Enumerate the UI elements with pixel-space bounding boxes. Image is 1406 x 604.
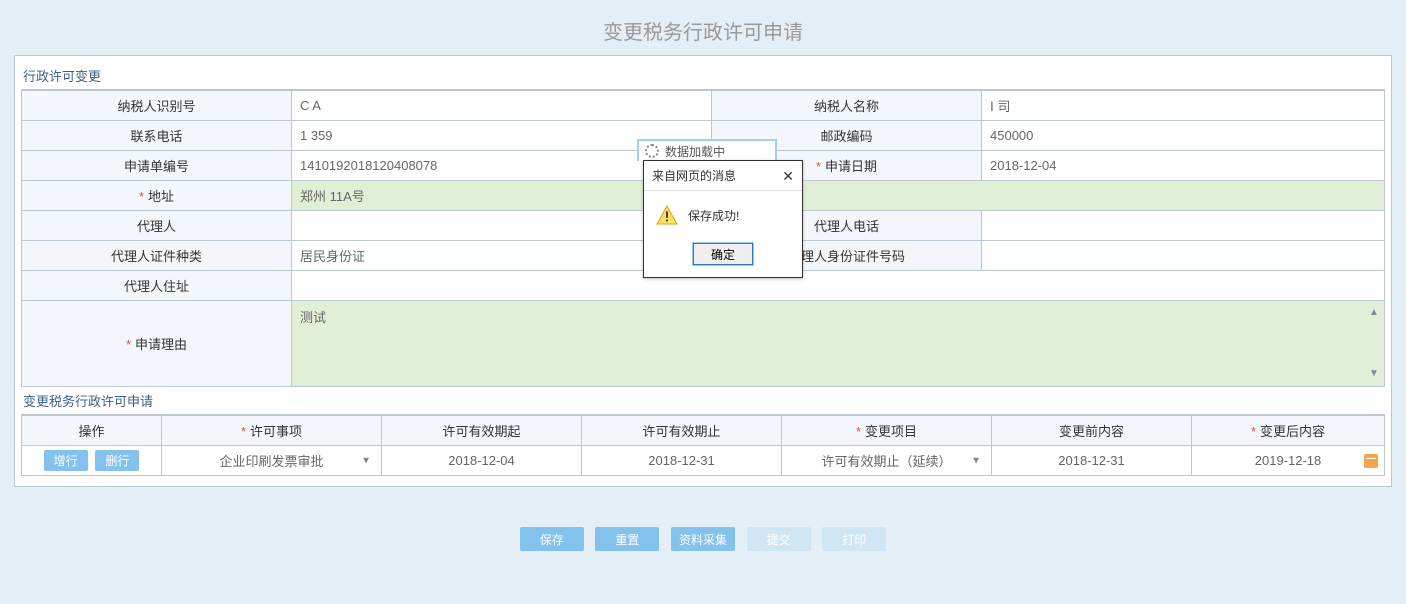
value-postal: 450000 xyxy=(982,121,1385,151)
col-start: 许可有效期起 xyxy=(382,416,582,446)
spinner-icon xyxy=(645,144,659,158)
value-apply-date: 2018-12-04 xyxy=(982,151,1385,181)
chevron-down-icon: ▼ xyxy=(971,455,981,466)
submit-button[interactable]: 提交 xyxy=(747,527,811,551)
loading-text: 数据加载中 xyxy=(665,143,725,160)
cell-change-select[interactable]: 许可有效期止（延续） ▼ xyxy=(782,446,992,476)
value-taxpayer-id: C A xyxy=(292,91,712,121)
col-change-text: 变更项目 xyxy=(865,424,917,439)
ok-button[interactable]: 确定 xyxy=(693,243,753,265)
label-taxpayer-id: 纳税人识别号 xyxy=(22,91,292,121)
section2-title: 变更税务行政许可申请 xyxy=(21,387,1385,415)
value-agent-phone[interactable] xyxy=(982,211,1385,241)
warning-icon xyxy=(656,205,678,225)
loading-indicator: 数据加载中 xyxy=(637,139,777,161)
chevron-up-icon[interactable]: ▲ xyxy=(1368,307,1380,319)
col-item-text: 许可事项 xyxy=(250,424,302,439)
reason-label-text: 申请理由 xyxy=(135,337,187,352)
col-end: 许可有效期止 xyxy=(582,416,782,446)
apply-date-label-text: 申请日期 xyxy=(825,159,877,174)
col-item: *许可事项 xyxy=(162,416,382,446)
table-row: *申请理由 测试 ▲ ▼ xyxy=(22,301,1385,387)
label-apply-no: 申请单编号 xyxy=(22,151,292,181)
chevron-down-icon: ▼ xyxy=(361,455,371,466)
col-change: *变更项目 xyxy=(782,416,992,446)
cell-after-text: 2019-12-18 xyxy=(1255,453,1322,468)
cell-change-text: 许可有效期止（延续） xyxy=(821,454,951,469)
collect-button[interactable]: 资料采集 xyxy=(671,527,735,551)
input-address[interactable]: 郑州 11A号 xyxy=(292,181,1385,211)
cell-op: 增行 删行 xyxy=(22,446,162,476)
cell-start: 2018-12-04 xyxy=(382,446,582,476)
label-taxpayer-name: 纳税人名称 xyxy=(712,91,982,121)
textarea-reason[interactable]: 测试 ▲ ▼ xyxy=(292,301,1385,387)
cell-after-date[interactable]: 2019-12-18 xyxy=(1192,446,1385,476)
cell-item-select[interactable]: 企业印刷发票审批 ▼ xyxy=(162,446,382,476)
col-after-text: 变更后内容 xyxy=(1260,424,1325,439)
grid-row: 增行 删行 企业印刷发票审批 ▼ 2018-12-04 2018-12-31 许… xyxy=(22,446,1385,476)
grid-header-row: 操作 *许可事项 许可有效期起 许可有效期止 *变更项目 变更前内容 *变更后内… xyxy=(22,416,1385,446)
calendar-icon[interactable] xyxy=(1364,454,1378,468)
add-row-button[interactable]: 增行 xyxy=(44,450,88,471)
dialog-footer: 确定 xyxy=(644,235,802,277)
chevron-down-icon[interactable]: ▼ xyxy=(1368,368,1380,380)
cell-before: 2018-12-31 xyxy=(992,446,1192,476)
value-agent-addr[interactable] xyxy=(292,271,1385,301)
cell-end: 2018-12-31 xyxy=(582,446,782,476)
label-agent-addr: 代理人住址 xyxy=(22,271,292,301)
delete-row-button[interactable]: 删行 xyxy=(95,450,139,471)
cell-item-text: 企业印刷发票审批 xyxy=(219,454,323,469)
dialog-title: 来自网页的消息 xyxy=(652,167,736,184)
section1-title: 行政许可变更 xyxy=(21,62,1385,90)
reset-button[interactable]: 重置 xyxy=(595,527,659,551)
label-address: *地址 xyxy=(22,181,292,211)
label-phone: 联系电话 xyxy=(22,121,292,151)
bottom-bar: 保存 重置 资料采集 提交 打印 xyxy=(0,527,1406,551)
label-agent-cert-type: 代理人证件种类 xyxy=(22,241,292,271)
dialog-body: 保存成功! xyxy=(644,191,802,235)
value-agent-cert-no[interactable] xyxy=(982,241,1385,271)
address-label-text: 地址 xyxy=(148,189,174,204)
dialog-message: 保存成功! xyxy=(688,207,739,224)
page-title: 变更税务行政许可申请 xyxy=(0,0,1406,55)
col-before: 变更前内容 xyxy=(992,416,1192,446)
col-after: *变更后内容 xyxy=(1192,416,1385,446)
label-agent: 代理人 xyxy=(22,211,292,241)
print-button[interactable]: 打印 xyxy=(822,527,886,551)
dialog-titlebar: 来自网页的消息 ✕ xyxy=(644,161,802,191)
change-grid: 操作 *许可事项 许可有效期起 许可有效期止 *变更项目 变更前内容 *变更后内… xyxy=(21,415,1385,476)
alert-dialog: 来自网页的消息 ✕ 保存成功! 确定 xyxy=(643,160,803,278)
save-button[interactable]: 保存 xyxy=(520,527,584,551)
label-reason: *申请理由 xyxy=(22,301,292,387)
col-op: 操作 xyxy=(22,416,162,446)
close-icon[interactable]: ✕ xyxy=(782,169,794,183)
value-taxpayer-name: Ⅰ 司 xyxy=(982,91,1385,121)
table-row: 纳税人识别号 C A 纳税人名称 Ⅰ 司 xyxy=(22,91,1385,121)
reason-text: 测试 xyxy=(300,310,326,325)
